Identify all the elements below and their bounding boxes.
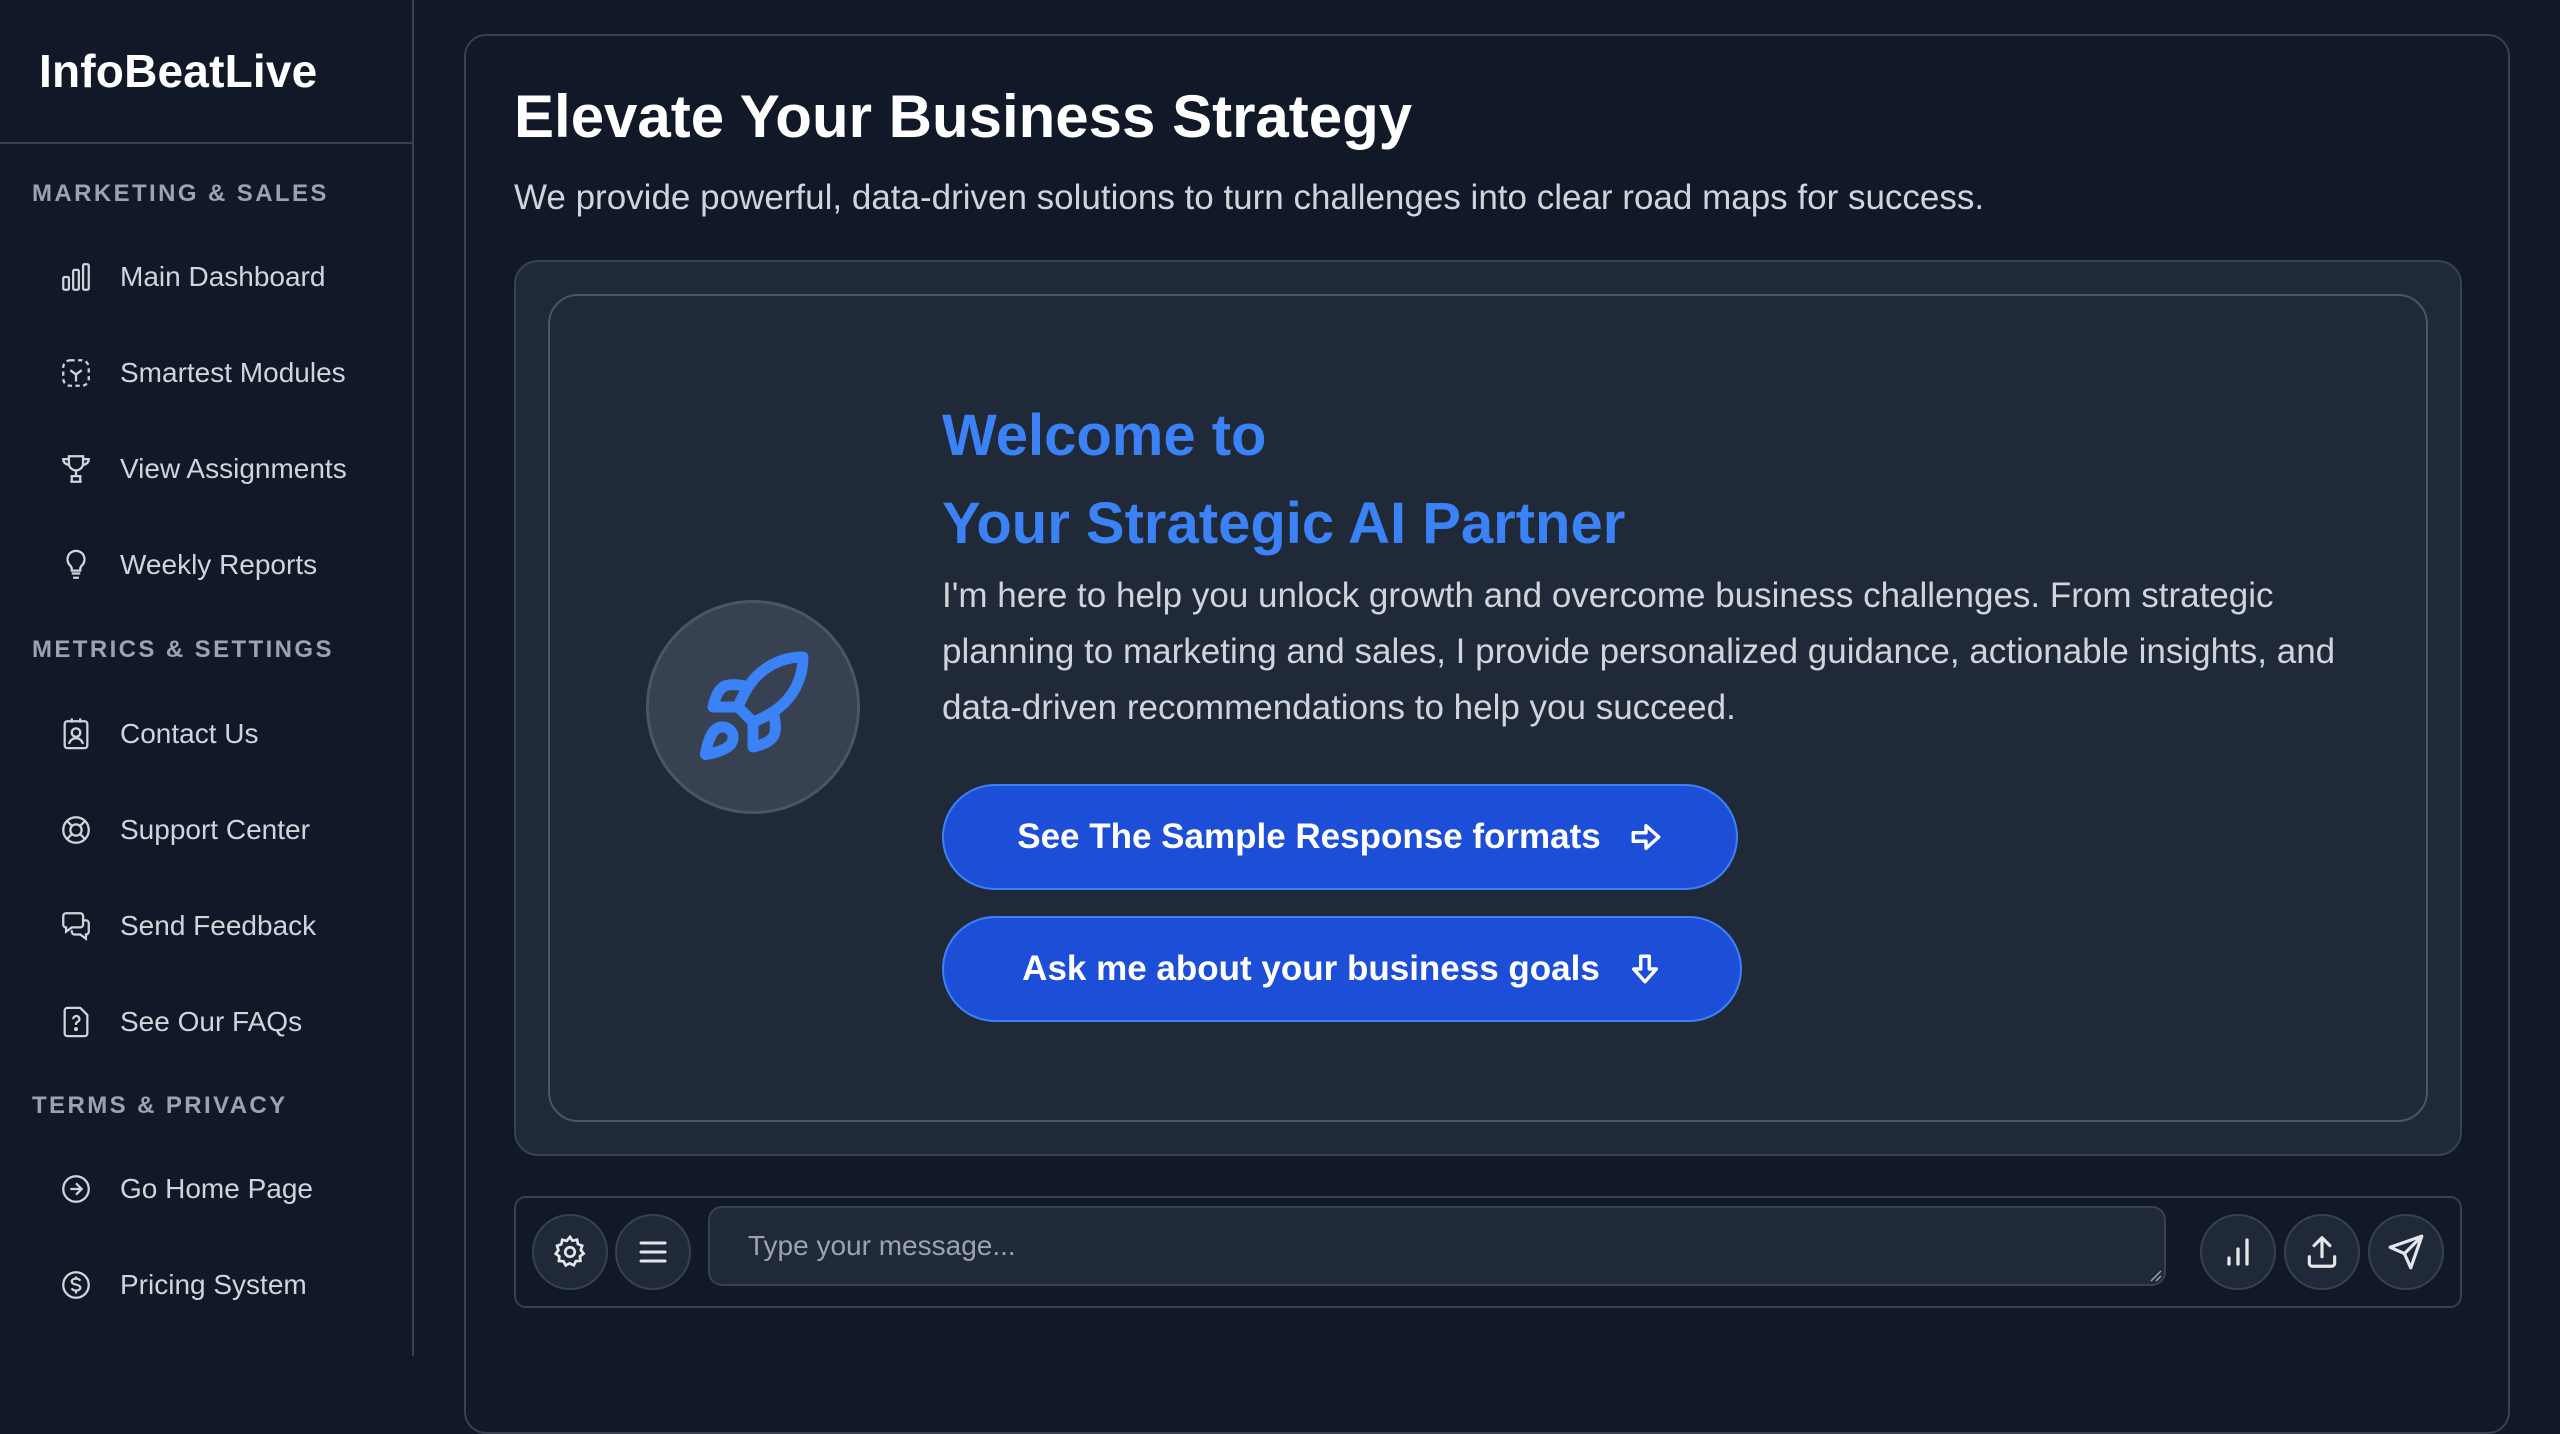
page-subtitle: We provide powerful, data-driven solutio…: [514, 178, 1985, 217]
resize-grip-icon[interactable]: [2146, 1266, 2162, 1282]
upload-button[interactable]: [2284, 1214, 2360, 1290]
rocket-avatar: [646, 600, 860, 814]
sidebar-item-label: Contact Us: [120, 718, 259, 749]
section-title-metrics-settings: METRICS & SETTINGS: [32, 636, 334, 663]
sample-response-formats-button[interactable]: See The Sample Response formats: [942, 784, 1738, 890]
send-button[interactable]: [2368, 1214, 2444, 1290]
message-input[interactable]: [708, 1206, 2166, 1286]
welcome-line-2: Your Strategic AI Partner: [942, 491, 1626, 556]
business-goals-button[interactable]: Ask me about your business goals: [942, 916, 1742, 1022]
sidebar-item-label: See Our FAQs: [120, 1006, 303, 1037]
sidebar-item-go-home-page[interactable]: Go Home Page: [0, 1153, 412, 1225]
modules-icon: [56, 353, 96, 393]
sidebar-item-label: Send Feedback: [120, 910, 317, 941]
sidebar-item-send-feedback[interactable]: Send Feedback: [0, 890, 412, 962]
question-file-icon: [56, 1002, 96, 1042]
contact-card-icon: [56, 714, 96, 754]
arrow-right-icon: [1631, 823, 1661, 851]
sidebar-item-label: Pricing System: [120, 1269, 307, 1300]
sidebar-item-support-center[interactable]: Support Center: [0, 794, 412, 866]
dollar-circle-icon: [56, 1265, 96, 1305]
send-icon: [2388, 1234, 2424, 1270]
sidebar-item-smartest-modules[interactable]: Smartest Modules: [0, 337, 412, 409]
lightbulb-icon: [56, 545, 96, 585]
sidebar-item-label: Main Dashboard: [120, 261, 326, 292]
sidebar-item-view-assignments[interactable]: View Assignments: [0, 433, 412, 505]
settings-button[interactable]: [532, 1214, 608, 1290]
rocket-icon: [700, 651, 809, 760]
sidebar-item-contact-us[interactable]: Contact Us: [0, 698, 412, 770]
sidebar-item-label: Go Home Page: [120, 1173, 313, 1204]
sidebar-item-pricing-system[interactable]: Pricing System: [0, 1249, 412, 1321]
chat-bubbles-icon: [56, 906, 96, 946]
section-title-marketing-sales: MARKETING & SALES: [32, 180, 329, 207]
bar-chart-icon: [56, 257, 96, 297]
button-label: See The Sample Response formats: [1017, 817, 1601, 856]
menu-button[interactable]: [615, 1214, 691, 1290]
sidebar-item-main-dashboard[interactable]: Main Dashboard: [0, 241, 412, 313]
upload-icon: [2307, 1236, 2337, 1268]
gear-icon: [553, 1234, 586, 1268]
arrow-circle-icon: [56, 1169, 96, 1209]
analytics-button[interactable]: [2200, 1214, 2276, 1290]
sidebar-item-label: Smartest Modules: [120, 357, 346, 388]
brand-logo-text[interactable]: InfoBeatLive: [0, 0, 412, 144]
button-label: Ask me about your business goals: [1022, 949, 1600, 988]
hamburger-menu-icon: [639, 1241, 667, 1263]
sidebar-item-label: Weekly Reports: [120, 549, 318, 580]
welcome-description: I'm here to help you unlock growth and o…: [942, 576, 2336, 727]
welcome-line-1: Welcome to: [942, 403, 1267, 468]
welcome-heading: Welcome to Your Strategic AI Partner: [942, 392, 1625, 568]
sidebar-item-weekly-reports[interactable]: Weekly Reports: [0, 529, 412, 601]
bar-chart-icon: [2227, 1238, 2249, 1266]
sidebar-item-label: View Assignments: [120, 453, 347, 484]
arrow-down-icon: [1631, 954, 1658, 984]
page-title: Elevate Your Business Strategy: [514, 83, 1413, 150]
sidebar-item-see-our-faqs[interactable]: See Our FAQs: [0, 986, 412, 1058]
section-title-terms-privacy: TERMS & PRIVACY: [32, 1092, 288, 1119]
sidebar-item-label: Support Center: [120, 814, 310, 845]
lifebuoy-icon: [56, 810, 96, 850]
trophy-icon: [56, 449, 96, 489]
